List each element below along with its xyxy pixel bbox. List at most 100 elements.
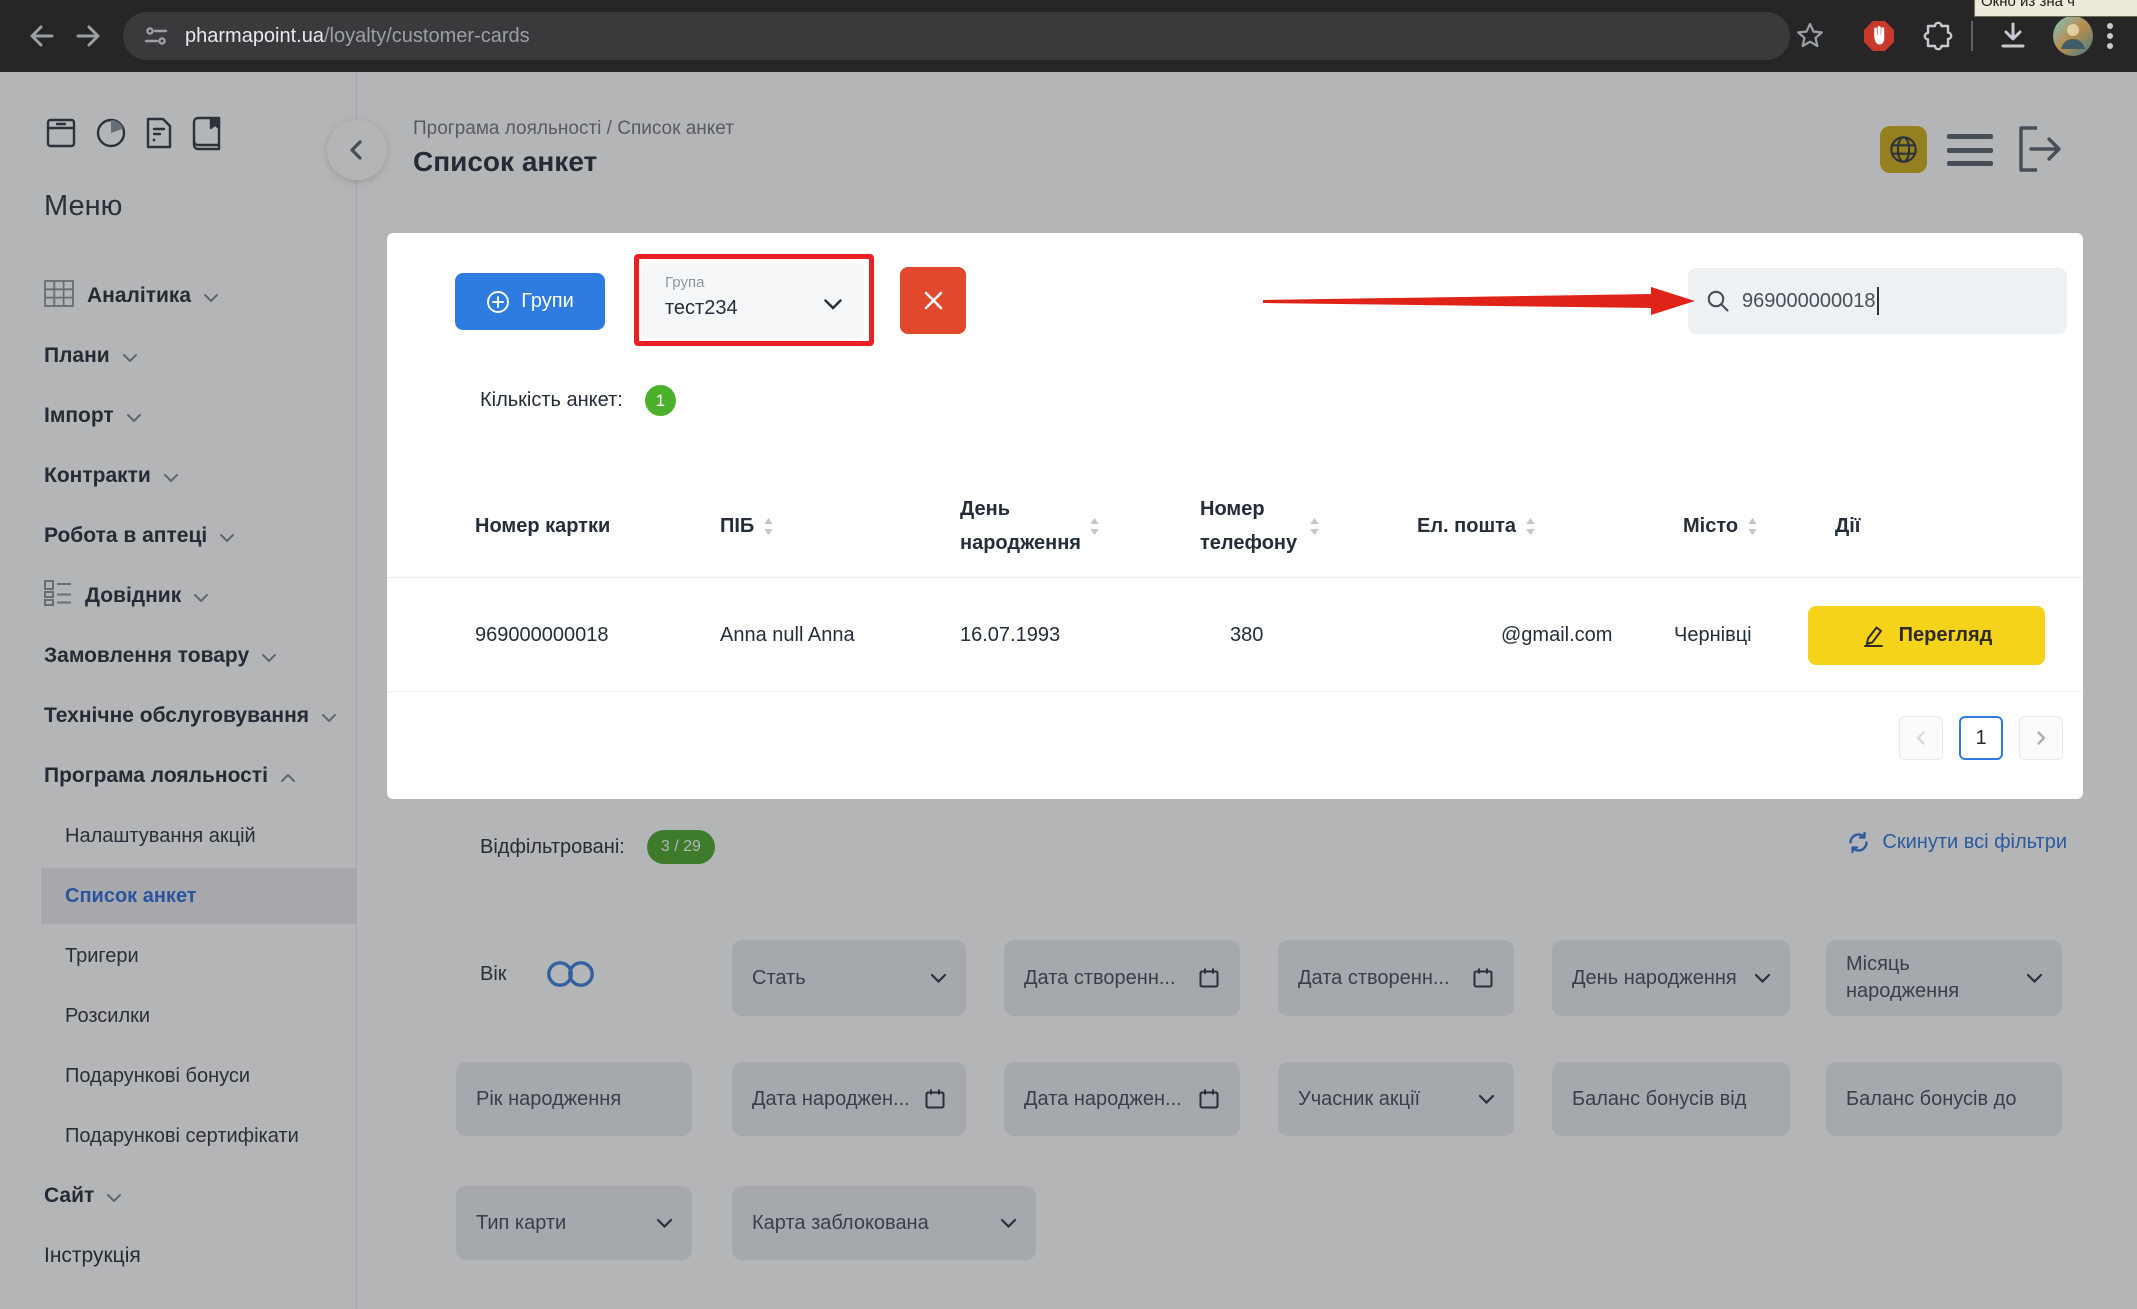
col-birthday[interactable]: День народження (960, 474, 1100, 578)
sidebar-item-plans[interactable]: Плани (0, 328, 357, 384)
sidebar-item-gift-certificates[interactable]: Подарункові сертифікати (0, 1108, 357, 1164)
sidebar-item-goods-order[interactable]: Замовлення товару (0, 628, 357, 684)
calendar-icon (924, 1088, 946, 1110)
col-name[interactable]: ПІБ (720, 474, 774, 578)
edit-pencil-icon (1861, 623, 1886, 648)
col-card-number: Номер картки (475, 474, 610, 578)
profile-avatar[interactable] (2052, 15, 2094, 57)
filter-card-type[interactable]: Тип карти (456, 1186, 692, 1260)
filter-created-date-from[interactable]: Дата створенн... (1004, 940, 1240, 1016)
refresh-icon (1846, 830, 1871, 855)
chevron-down-icon (204, 284, 218, 308)
chevron-down-icon (1755, 974, 1770, 983)
calendar-icon (1472, 967, 1494, 989)
count-label: Кількість анкет: (480, 389, 623, 412)
grid-icon (44, 280, 74, 313)
sort-icon[interactable] (1089, 517, 1100, 536)
age-filter-label: Вік (480, 963, 507, 986)
col-email[interactable]: Ел. пошта (1417, 474, 1536, 578)
hamburger-menu-icon[interactable] (1947, 134, 1993, 166)
sort-icon[interactable] (1525, 517, 1536, 536)
download-icon[interactable] (1996, 19, 2030, 53)
view-button[interactable]: Перегляд (1808, 606, 2045, 665)
calendar-icon (1198, 967, 1220, 989)
search-input[interactable]: 969000000018 (1688, 268, 2067, 334)
filtered-row: Відфільтровані: 3 / 29 (480, 830, 715, 864)
reset-all-filters-link[interactable]: Скинути всі фільтри (1846, 830, 2067, 855)
sidebar-item-loyalty-program[interactable]: Програма лояльності (0, 748, 357, 804)
group-select[interactable]: Група тест234 (641, 263, 864, 338)
sidebar-item-analytics[interactable]: Аналітика (0, 268, 357, 324)
sidebar-item-pharmacy-work[interactable]: Робота в аптеці (0, 508, 357, 564)
window-tooltip-partial: Окно из зна ч (1974, 0, 2137, 17)
cell-name: Anna null Anna (720, 578, 855, 692)
pagination-page-1[interactable]: 1 (1959, 716, 2003, 760)
pie-chart-icon[interactable] (94, 116, 128, 157)
chevron-down-icon (322, 704, 336, 728)
col-phone[interactable]: Номер телефону (1200, 474, 1320, 578)
chevron-right-icon (2033, 730, 2049, 746)
filter-birth-year[interactable]: Рік народження (456, 1062, 692, 1136)
filter-gender[interactable]: Стать (732, 940, 966, 1016)
forward-icon[interactable] (72, 20, 104, 52)
chrome-menu-icon[interactable] (2106, 20, 2114, 52)
filter-birth-day[interactable]: День народження (1552, 940, 1790, 1016)
sidebar-item-directory[interactable]: Довідник (0, 568, 357, 624)
sidebar: Меню Аналітика Плани Імпорт Контракти Ро… (0, 72, 357, 1309)
sidebar-item-mailings[interactable]: Розсилки (0, 988, 357, 1044)
url-path: /loyalty/customer-cards (324, 25, 530, 48)
sidebar-item-triggers[interactable]: Тригери (0, 928, 357, 984)
screen: pharmapoint.ua/loyalty/customer-cards Ок… (0, 0, 2137, 1309)
groups-button[interactable]: Групи (455, 273, 605, 330)
count-row: Кількість анкет: 1 (480, 385, 676, 416)
sidebar-item-customer-cards[interactable]: Список анкет (41, 868, 357, 924)
bookmark-star-icon[interactable] (1795, 21, 1825, 51)
col-city[interactable]: Місто (1683, 474, 1758, 578)
cell-email: @gmail.com (1501, 578, 1612, 692)
pagination-next-button[interactable] (2019, 716, 2063, 760)
adblock-extension-icon[interactable] (1862, 19, 1896, 53)
filter-bonus-balance-to[interactable]: Баланс бонусів до (1826, 1062, 2062, 1136)
infinity-icon[interactable] (545, 958, 597, 995)
table-row: 969000000018 Anna null Anna 16.07.1993 3… (387, 578, 2083, 692)
filter-bonus-balance-from[interactable]: Баланс бонусів від (1552, 1062, 1790, 1136)
back-icon[interactable] (26, 20, 58, 52)
sidebar-item-maintenance[interactable]: Технічне обслуговування (0, 688, 357, 744)
clear-filter-button[interactable] (900, 267, 966, 334)
filter-promo-participant[interactable]: Учасник акції (1278, 1062, 1514, 1136)
filter-created-date-to[interactable]: Дата створенн... (1278, 940, 1514, 1016)
plus-circle-icon (486, 290, 510, 314)
sort-icon[interactable] (763, 517, 774, 536)
language-globe-button[interactable] (1880, 126, 1927, 173)
sidebar-item-promo-settings[interactable]: Налаштування акцій (0, 808, 357, 864)
collapse-sidebar-button[interactable] (327, 120, 387, 180)
sidebar-item-site[interactable]: Сайт (0, 1168, 357, 1224)
logout-icon[interactable] (2016, 124, 2064, 179)
sidebar-item-contracts[interactable]: Контракти (0, 448, 357, 504)
chevron-down-icon (657, 1219, 672, 1228)
filtered-count-badge: 3 / 29 (647, 830, 715, 864)
sidebar-item-import[interactable]: Імпорт (0, 388, 357, 444)
filter-card-blocked[interactable]: Карта заблокована (732, 1186, 1036, 1260)
chevron-left-icon (1913, 730, 1929, 746)
filter-birth-month[interactable]: Місяць народження (1826, 940, 2062, 1016)
url-bar[interactable]: pharmapoint.ua/loyalty/customer-cards (123, 12, 1790, 60)
cell-birthday: 16.07.1993 (960, 578, 1060, 692)
sidebar-item-instruction[interactable]: Інструкція (0, 1228, 357, 1284)
sort-icon[interactable] (1309, 517, 1320, 536)
pagination: 1 (1899, 716, 2063, 760)
chevron-down-icon (824, 297, 842, 315)
book-icon[interactable] (190, 116, 224, 157)
chevron-down-icon (2027, 974, 2042, 983)
document-icon[interactable] (144, 116, 174, 157)
sort-icon[interactable] (1747, 517, 1758, 536)
filter-birth-date-to[interactable]: Дата народжен... (1004, 1062, 1240, 1136)
url-host: pharmapoint.ua (185, 25, 324, 48)
filter-birth-date-from[interactable]: Дата народжен... (732, 1062, 966, 1136)
pagination-prev-button[interactable] (1899, 716, 1943, 760)
archive-box-icon[interactable] (44, 116, 78, 157)
close-icon (922, 289, 945, 312)
breadcrumb[interactable]: Програма лояльності / Список анкет (413, 118, 734, 140)
extensions-puzzle-icon[interactable] (1922, 20, 1954, 52)
sidebar-item-gift-bonuses[interactable]: Подарункові бонуси (0, 1048, 357, 1104)
